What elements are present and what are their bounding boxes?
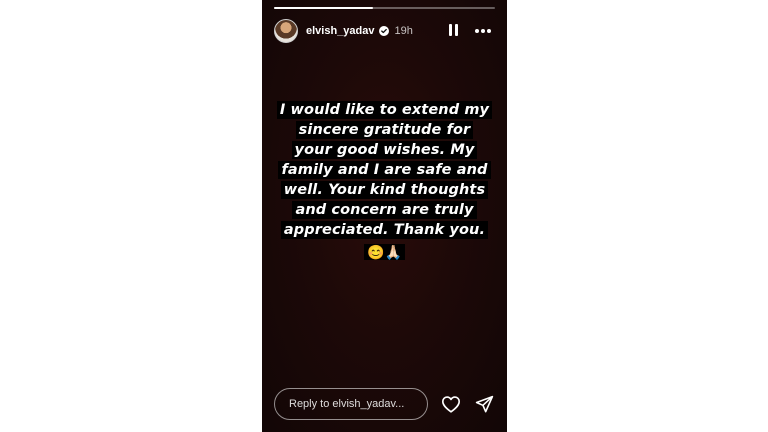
username[interactable]: elvish_yadav: [306, 25, 375, 37]
reply-input[interactable]: [274, 388, 428, 420]
message-text: I would like to extend my sincere gratit…: [276, 101, 493, 239]
story-message: I would like to extend my sincere gratit…: [276, 100, 493, 262]
avatar[interactable]: [274, 19, 298, 43]
story-footer: [274, 387, 495, 421]
story-progress-bar: [274, 7, 495, 9]
message-emojis: 😊🙏🏻: [364, 244, 405, 260]
story-viewer[interactable]: elvish_yadav 19h I would like to extend …: [262, 0, 507, 432]
story-header: elvish_yadav 19h: [274, 18, 495, 44]
pause-icon[interactable]: [449, 24, 461, 38]
heart-icon[interactable]: [440, 393, 462, 415]
message-emojis-line: 😊🙏🏻: [276, 242, 493, 262]
story-progress-fill: [274, 7, 374, 9]
verified-badge-icon: [378, 26, 389, 36]
post-time: 19h: [394, 25, 413, 37]
send-icon[interactable]: [474, 393, 496, 415]
more-options-icon[interactable]: [475, 29, 491, 33]
